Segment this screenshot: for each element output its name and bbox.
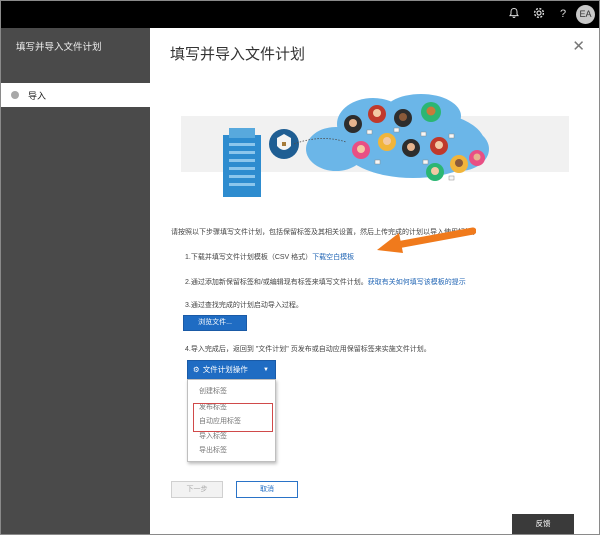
step-1-prefix: 1.下载并填写文件计划模板（CSV 格式）: [185, 254, 313, 261]
close-icon[interactable]: ✕: [572, 37, 585, 55]
menu-item-import-labels[interactable]: 导入标签: [199, 431, 227, 441]
sidebar-step-label: 导入: [28, 91, 47, 101]
main-panel: 填写并导入文件计划 ✕ 请按照以下步骤填写文件计划，包括保留标签及其相关设置，然…: [150, 28, 599, 534]
file-plan-actions-button[interactable]: ⚙ 文件计划操作 ▼: [187, 360, 276, 380]
menu-item-create-label[interactable]: 创建标签: [199, 386, 227, 396]
dialog-frame: ? EA 填写并导入文件计划 导入 填写并导入文件计划 ✕ 请按照以下步骤填写文…: [0, 0, 600, 535]
feedback-button[interactable]: 反馈: [512, 514, 574, 534]
template-tips-link[interactable]: 获取有关如何填写该模板的提示: [368, 279, 466, 286]
avatar[interactable]: EA: [576, 5, 595, 24]
page-title: 填写并导入文件计划: [170, 46, 306, 63]
sidebar-title: 填写并导入文件计划: [16, 42, 102, 53]
step-2-text: 2.通过添加新保留标签和/或编辑现有标签来填写文件计划。获取有关如何填写该模板的…: [185, 277, 466, 287]
cancel-button[interactable]: 取消: [236, 481, 298, 498]
browse-files-button[interactable]: 浏览文件...: [183, 315, 247, 331]
gear-icon[interactable]: [532, 7, 546, 21]
bell-icon[interactable]: [507, 7, 521, 21]
step-1-text: 1.下载并填写文件计划模板（CSV 格式）下载空白模板: [185, 252, 354, 262]
download-template-link[interactable]: 下载空白模板: [312, 254, 354, 261]
sidebar-step-import[interactable]: 导入: [1, 83, 150, 107]
top-bar: ? EA: [1, 1, 599, 28]
annotation-arrow-icon: [377, 227, 476, 253]
step-indicator-icon: [11, 91, 19, 99]
step-2-prefix: 2.通过添加新保留标签和/或编辑现有标签来填写文件计划。: [185, 279, 368, 286]
step-4-text: 4.导入完成后，返回到 "文件计划" 页发布或自动应用保留标签来实施文件计划。: [185, 346, 431, 353]
gear-icon: ⚙: [193, 365, 200, 374]
help-icon[interactable]: ?: [556, 7, 570, 21]
file-plan-actions-label: 文件计划操作: [202, 365, 248, 374]
menu-item-export-labels[interactable]: 导出标签: [199, 445, 227, 455]
chevron-down-icon: ▼: [263, 367, 269, 373]
file-plan-actions-menu: 创建标签 发布标签 自动应用标签 导入标签 导出标签: [187, 379, 276, 462]
highlight-box: [193, 403, 273, 432]
step-3-text: 3.通过查找完成的计划启动导入过程。: [185, 302, 303, 309]
wizard-sidebar: 填写并导入文件计划 导入: [1, 28, 150, 534]
next-button[interactable]: 下一步: [171, 481, 223, 498]
hero-illustration: [181, 94, 569, 208]
